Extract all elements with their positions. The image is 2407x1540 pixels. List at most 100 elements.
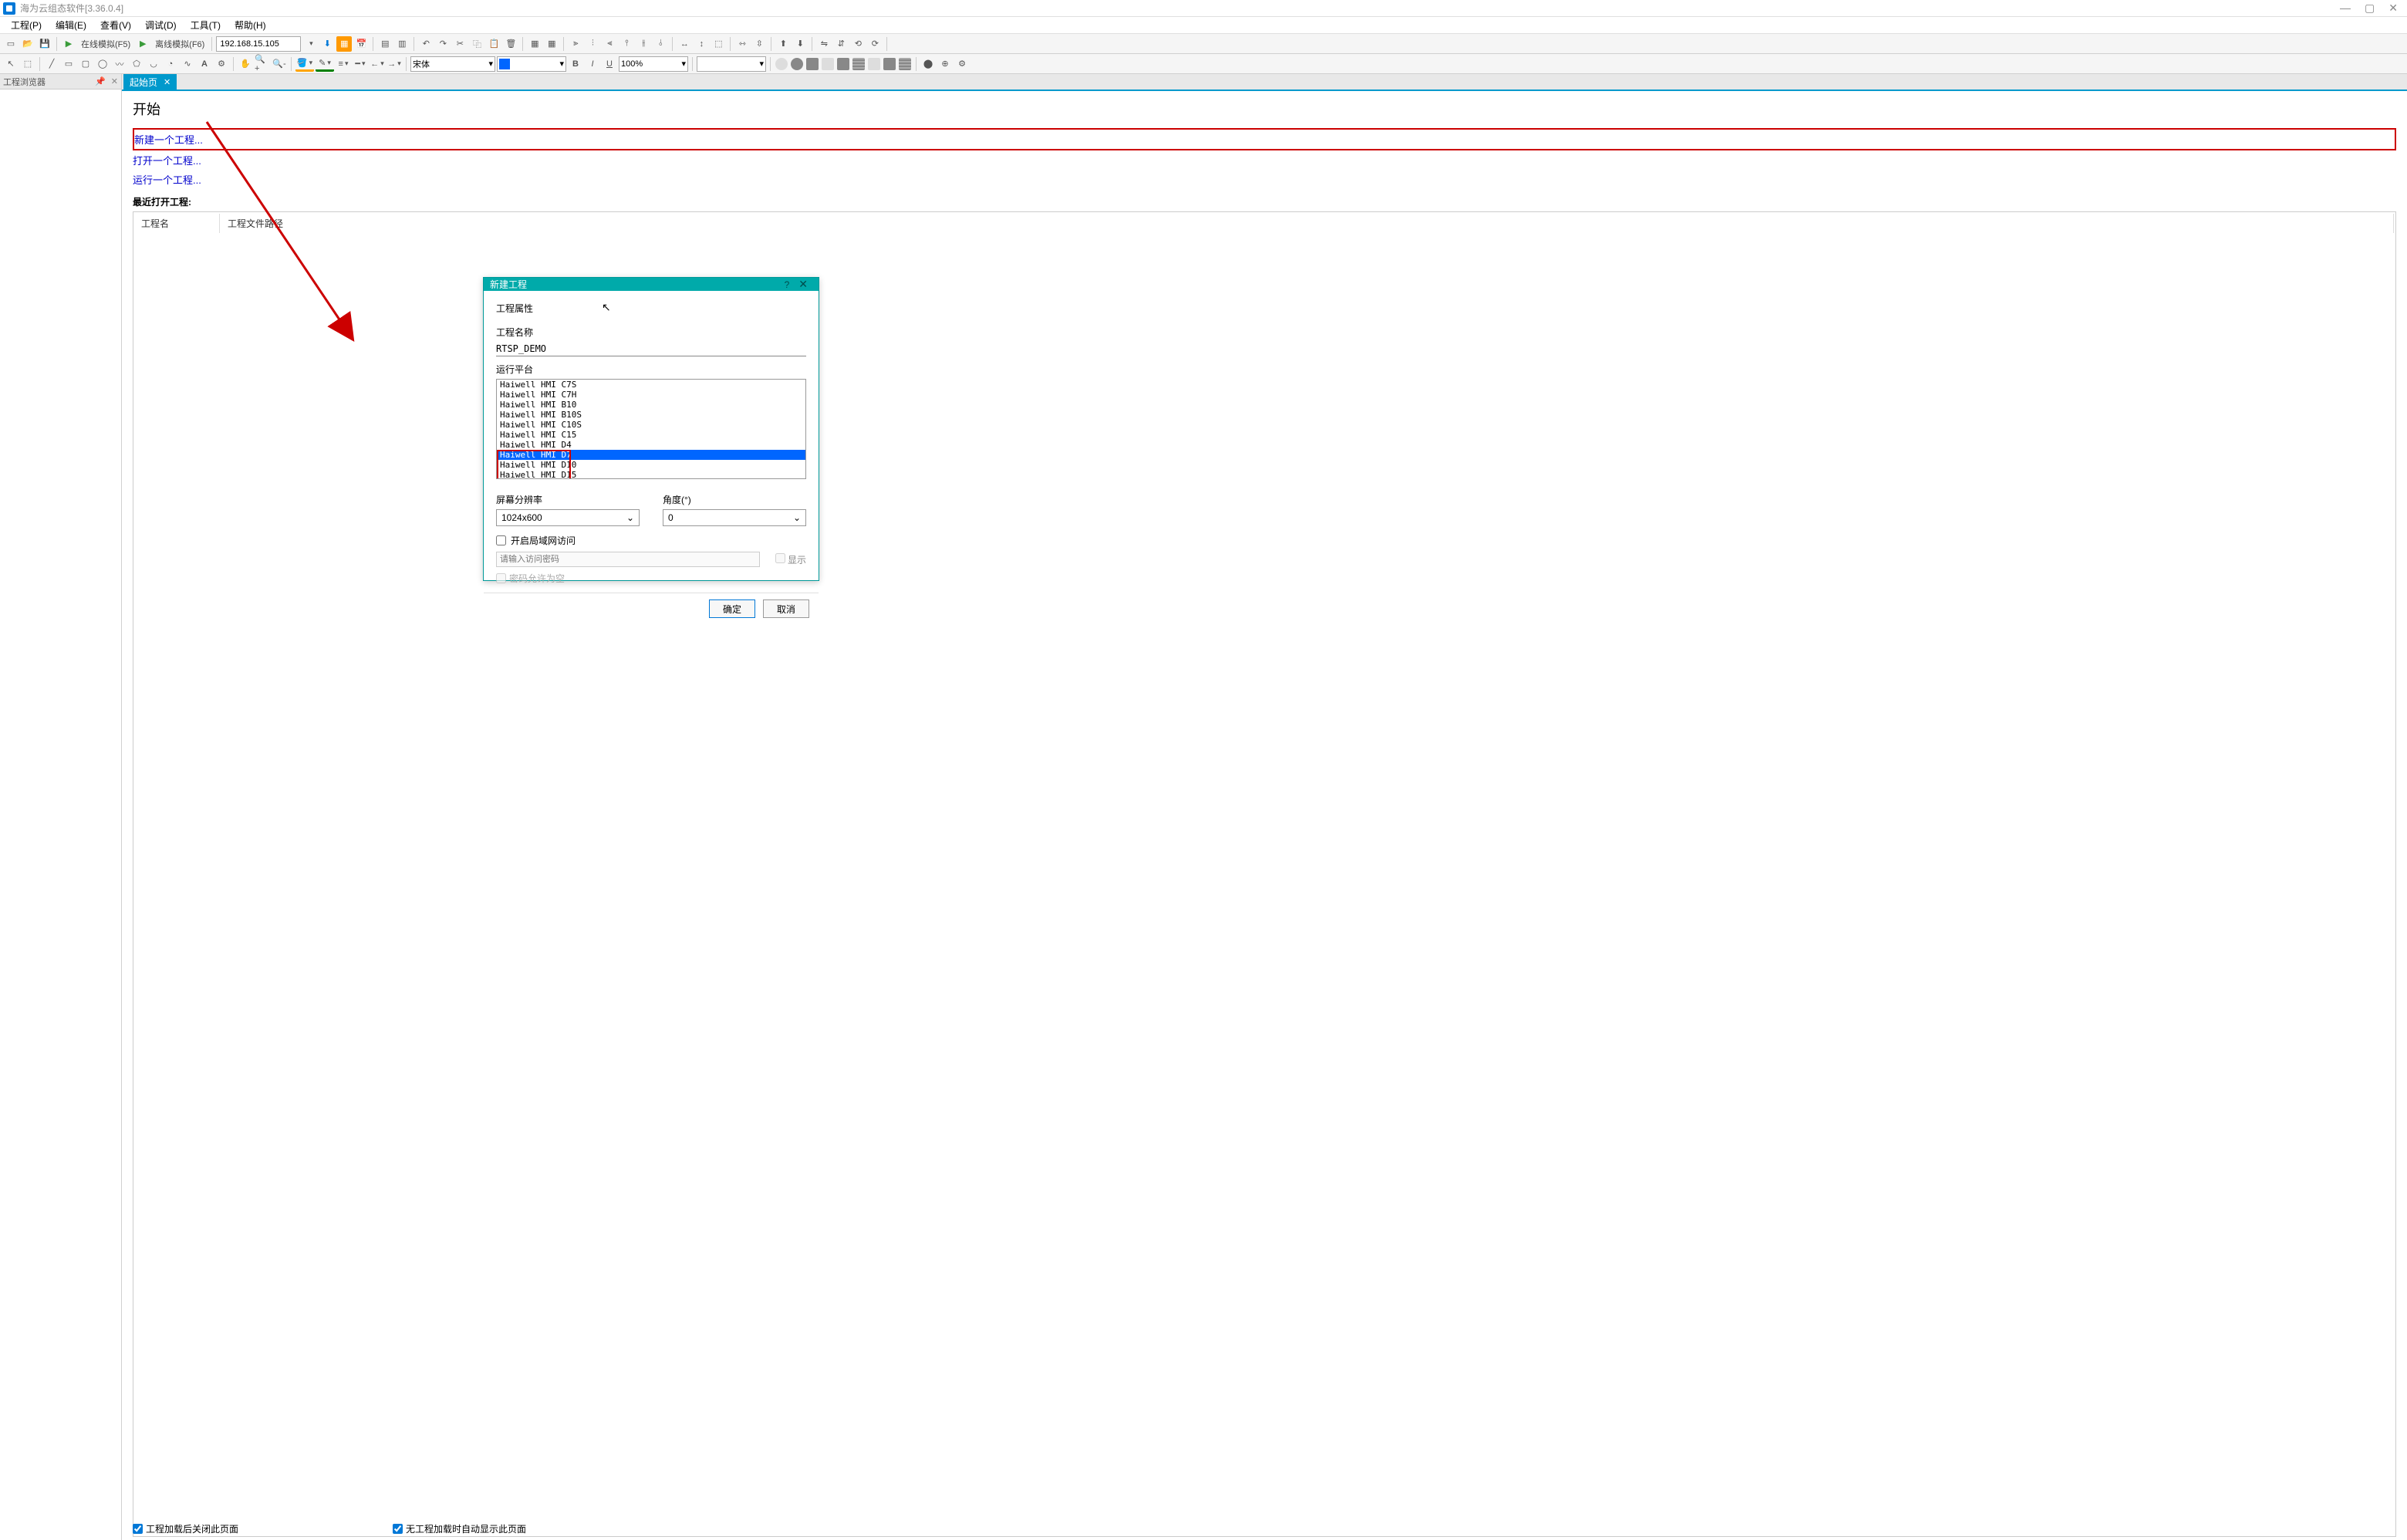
bold-icon[interactable]: B — [568, 56, 583, 72]
platform-option[interactable]: Haiwell HMI C15 — [497, 430, 805, 440]
dist-h-icon[interactable]: ⇿ — [734, 36, 750, 52]
lock-icon[interactable]: ⬤ — [920, 56, 936, 72]
rect-icon[interactable]: ▭ — [61, 56, 76, 72]
fill-color-icon[interactable]: 🪣 — [295, 56, 314, 72]
close-after-load-checkbox[interactable] — [133, 1524, 143, 1534]
resolution-combo[interactable]: 1024x600⌄ — [496, 509, 640, 526]
align-r-icon[interactable]: ⫷ — [602, 36, 617, 52]
platform-listbox[interactable]: Haiwell HMI C7SHaiwell HMI C7HHaiwell HM… — [497, 380, 805, 478]
offline-sim-label[interactable]: 离线模拟(F6) — [152, 38, 208, 50]
cut-icon[interactable]: ✂ — [452, 36, 468, 52]
same-size-icon[interactable]: ⬚ — [711, 36, 726, 52]
save-icon[interactable]: 💾 — [37, 36, 52, 52]
show-password-checkbox[interactable] — [775, 553, 785, 563]
bezier-icon[interactable]: ∿ — [180, 56, 195, 72]
cancel-button[interactable]: 取消 — [763, 599, 809, 618]
pan-icon[interactable]: ✋ — [238, 56, 253, 72]
swatch-8[interactable] — [883, 58, 896, 70]
flip-v-icon[interactable]: ⇵ — [833, 36, 849, 52]
align-t-icon[interactable]: ⫯ — [619, 36, 634, 52]
ip-input[interactable] — [216, 36, 301, 52]
arrow-end-icon[interactable]: → — [387, 56, 402, 72]
line-style-icon[interactable]: ≡ — [336, 56, 351, 72]
line-icon[interactable]: ╱ — [44, 56, 59, 72]
zoom-in-icon[interactable]: 🔍+ — [255, 56, 270, 72]
empty-password-checkbox[interactable] — [496, 573, 506, 583]
polygon-icon[interactable]: ⬠ — [129, 56, 144, 72]
rrect-icon[interactable]: ▢ — [78, 56, 93, 72]
line-width-icon[interactable]: ━ — [353, 56, 368, 72]
platform-option[interactable]: Haiwell HMI C7H — [497, 390, 805, 400]
bring-front-icon[interactable]: ⬆ — [775, 36, 791, 52]
menu-tools[interactable]: 工具(T) — [184, 17, 227, 33]
zoom-out-icon[interactable]: 🔍- — [272, 56, 287, 72]
italic-icon[interactable]: I — [585, 56, 600, 72]
flip-h-icon[interactable]: ⇋ — [816, 36, 832, 52]
globe-icon[interactable]: ⊕ — [937, 56, 953, 72]
rotate-l-icon[interactable]: ⟲ — [850, 36, 866, 52]
menu-project[interactable]: 工程(P) — [5, 17, 48, 33]
col-project-name[interactable]: 工程名 — [135, 214, 220, 233]
new-project-link[interactable]: 新建一个工程... — [133, 128, 2396, 150]
style-combo[interactable]: ▾ — [697, 56, 766, 72]
grid1-icon[interactable]: ▦ — [527, 36, 542, 52]
menu-debug[interactable]: 调试(D) — [139, 17, 183, 33]
pointer-icon[interactable]: ↖ — [3, 56, 19, 72]
send-back-icon[interactable]: ⬇ — [792, 36, 808, 52]
maximize-button[interactable]: ▢ — [2365, 2, 2375, 15]
align-right-icon[interactable]: ▥ — [394, 36, 410, 52]
play-online-icon[interactable]: ▶ — [61, 36, 76, 52]
settings2-icon[interactable]: ⚙ — [954, 56, 970, 72]
select-icon[interactable]: ⬚ — [20, 56, 35, 72]
swatch-2[interactable] — [791, 58, 803, 70]
tab-start-page[interactable]: 起始页 ✕ — [123, 74, 177, 89]
same-height-icon[interactable]: ↕ — [694, 36, 709, 52]
swatch-6[interactable] — [852, 58, 865, 70]
line-color-icon[interactable]: ✎ — [316, 56, 334, 72]
delete-icon[interactable]: 🗑 — [503, 36, 518, 52]
dialog-help-icon[interactable]: ? — [780, 279, 795, 290]
online-sim-label[interactable]: 在线模拟(F5) — [78, 38, 133, 50]
auto-show-checkbox[interactable] — [393, 1524, 403, 1534]
copy-icon[interactable]: ⿻ — [469, 36, 484, 52]
dialog-close-icon[interactable]: ✕ — [794, 278, 812, 291]
platform-option[interactable]: Haiwell HMI D7 — [497, 450, 805, 460]
open-icon[interactable]: 📂 — [20, 36, 35, 52]
ok-button[interactable]: 确定 — [709, 599, 755, 618]
lan-access-checkbox[interactable] — [496, 535, 506, 545]
text-icon[interactable]: A — [197, 56, 212, 72]
menu-view[interactable]: 查看(V) — [94, 17, 137, 33]
tab-close-icon[interactable]: ✕ — [164, 77, 170, 87]
project-name-input[interactable] — [496, 342, 806, 356]
swatch-4[interactable] — [822, 58, 834, 70]
rotate-r-icon[interactable]: ⟳ — [867, 36, 883, 52]
download-icon[interactable]: ⬇ — [319, 36, 335, 52]
align-m-icon[interactable]: ⫲ — [636, 36, 651, 52]
same-width-icon[interactable]: ↔ — [677, 36, 692, 52]
panel-close-icon[interactable]: ✕ — [111, 77, 118, 86]
gear-icon[interactable]: ⚙ — [214, 56, 229, 72]
polyline-icon[interactable]: 〰 — [112, 56, 127, 72]
swatch-9[interactable] — [899, 58, 911, 70]
align-b-icon[interactable]: ⫰ — [653, 36, 668, 52]
redo-icon[interactable]: ↷ — [435, 36, 451, 52]
password-input[interactable] — [496, 552, 760, 567]
platform-option[interactable]: Haiwell HMI B10S — [497, 410, 805, 420]
close-button[interactable]: ✕ — [2388, 2, 2398, 15]
menu-edit[interactable]: 编辑(E) — [49, 17, 93, 33]
dialog-titlebar[interactable]: 新建工程 ? ✕ — [484, 278, 819, 291]
arc-icon[interactable]: ◡ — [146, 56, 161, 72]
platform-option[interactable]: Haiwell HMI B10 — [497, 400, 805, 410]
zoom-combo[interactable]: 100%▾ — [619, 56, 688, 72]
grid2-icon[interactable]: ▦ — [544, 36, 559, 52]
font-family-combo[interactable]: 宋体▾ — [410, 56, 495, 72]
swatch-5[interactable] — [837, 58, 849, 70]
align-l-icon[interactable]: ⫸ — [568, 36, 583, 52]
paste-icon[interactable]: 📋 — [486, 36, 501, 52]
platform-option[interactable]: Haiwell HMI D4 — [497, 440, 805, 450]
run-project-link[interactable]: 运行一个工程... — [133, 170, 2396, 189]
menu-help[interactable]: 帮助(H) — [228, 17, 272, 33]
align-c-icon[interactable]: ⫶ — [585, 36, 600, 52]
new-icon[interactable]: ▭ — [3, 36, 19, 52]
open-project-link[interactable]: 打开一个工程... — [133, 150, 2396, 170]
